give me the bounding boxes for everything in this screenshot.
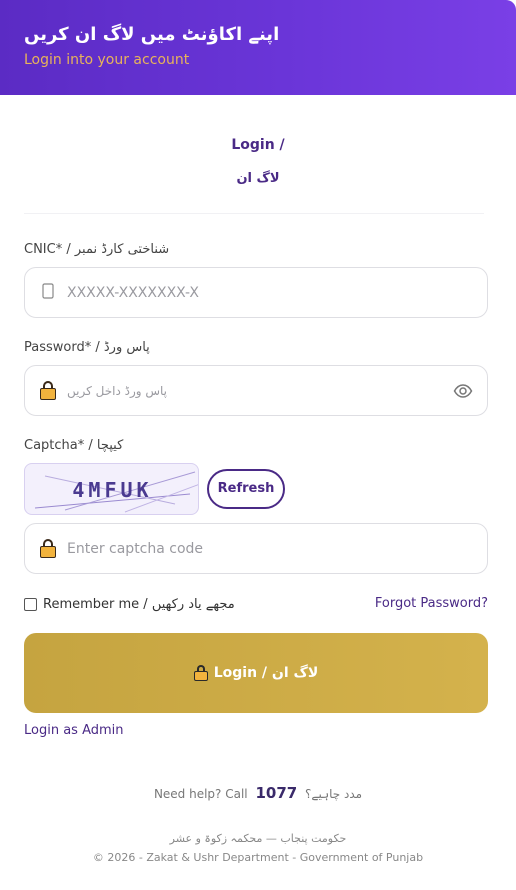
id-card-icon xyxy=(39,283,57,303)
captcha-field[interactable] xyxy=(24,523,488,574)
cnic-field[interactable] xyxy=(24,267,488,318)
password-field[interactable] xyxy=(24,365,488,416)
footer-copyright: © 2026 - Zakat & Ushr Department - Gover… xyxy=(92,851,424,864)
divider xyxy=(24,213,484,214)
header-subtitle: Login into your account xyxy=(24,52,190,68)
help-line: Need help? Call 1077 مدد چاہیے؟ xyxy=(0,782,516,805)
login-as-admin-link[interactable]: Login as Admin xyxy=(24,721,124,741)
remember-label: Remember me / مجھے یاد رکھیں xyxy=(43,596,235,612)
captcha-image: 4MFUK xyxy=(24,463,199,515)
page-header: اپنے اکاؤنٹ میں لاگ ان کریں Login into y… xyxy=(0,0,516,95)
cnic-input[interactable] xyxy=(67,280,447,306)
captcha-code: 4MFUK xyxy=(72,478,153,502)
eye-icon[interactable] xyxy=(453,381,473,401)
lock-icon xyxy=(39,538,57,558)
lock-icon xyxy=(39,380,57,400)
lock-icon xyxy=(193,665,208,681)
captcha-refresh-button[interactable]: Refresh xyxy=(207,469,285,509)
password-input[interactable] xyxy=(67,378,447,404)
login-heading: Login / لاگ ان xyxy=(0,135,516,189)
login-heading-en: Login / xyxy=(231,137,285,153)
login-button[interactable]: Login / لاگ ان xyxy=(24,633,488,713)
captcha-input[interactable] xyxy=(67,536,447,562)
login-heading-ur: لاگ ان xyxy=(236,171,280,186)
help-prefix: Need help? Call xyxy=(153,787,248,801)
cnic-label: CNIC* / شناختی کارڈ نمبر xyxy=(24,242,170,257)
remember-me[interactable]: Remember me / مجھے یاد رکھیں xyxy=(24,594,235,614)
header-title: اپنے اکاؤنٹ میں لاگ ان کریں xyxy=(24,24,280,45)
remember-checkbox[interactable] xyxy=(24,597,37,611)
password-label: Password* / پاس ورڈ xyxy=(24,340,150,355)
login-button-label: Login / لاگ ان xyxy=(213,665,319,681)
help-number[interactable]: 1077 xyxy=(255,784,297,802)
footer-urdu: حکومت پنجاب — محکمہ زکوۃ و عشر xyxy=(169,832,347,845)
forgot-password-link[interactable]: Forgot Password? xyxy=(375,594,488,614)
captcha-label: Captcha* / کیپچا xyxy=(24,438,124,453)
help-suffix: مدد چاہیے؟ xyxy=(305,787,363,801)
